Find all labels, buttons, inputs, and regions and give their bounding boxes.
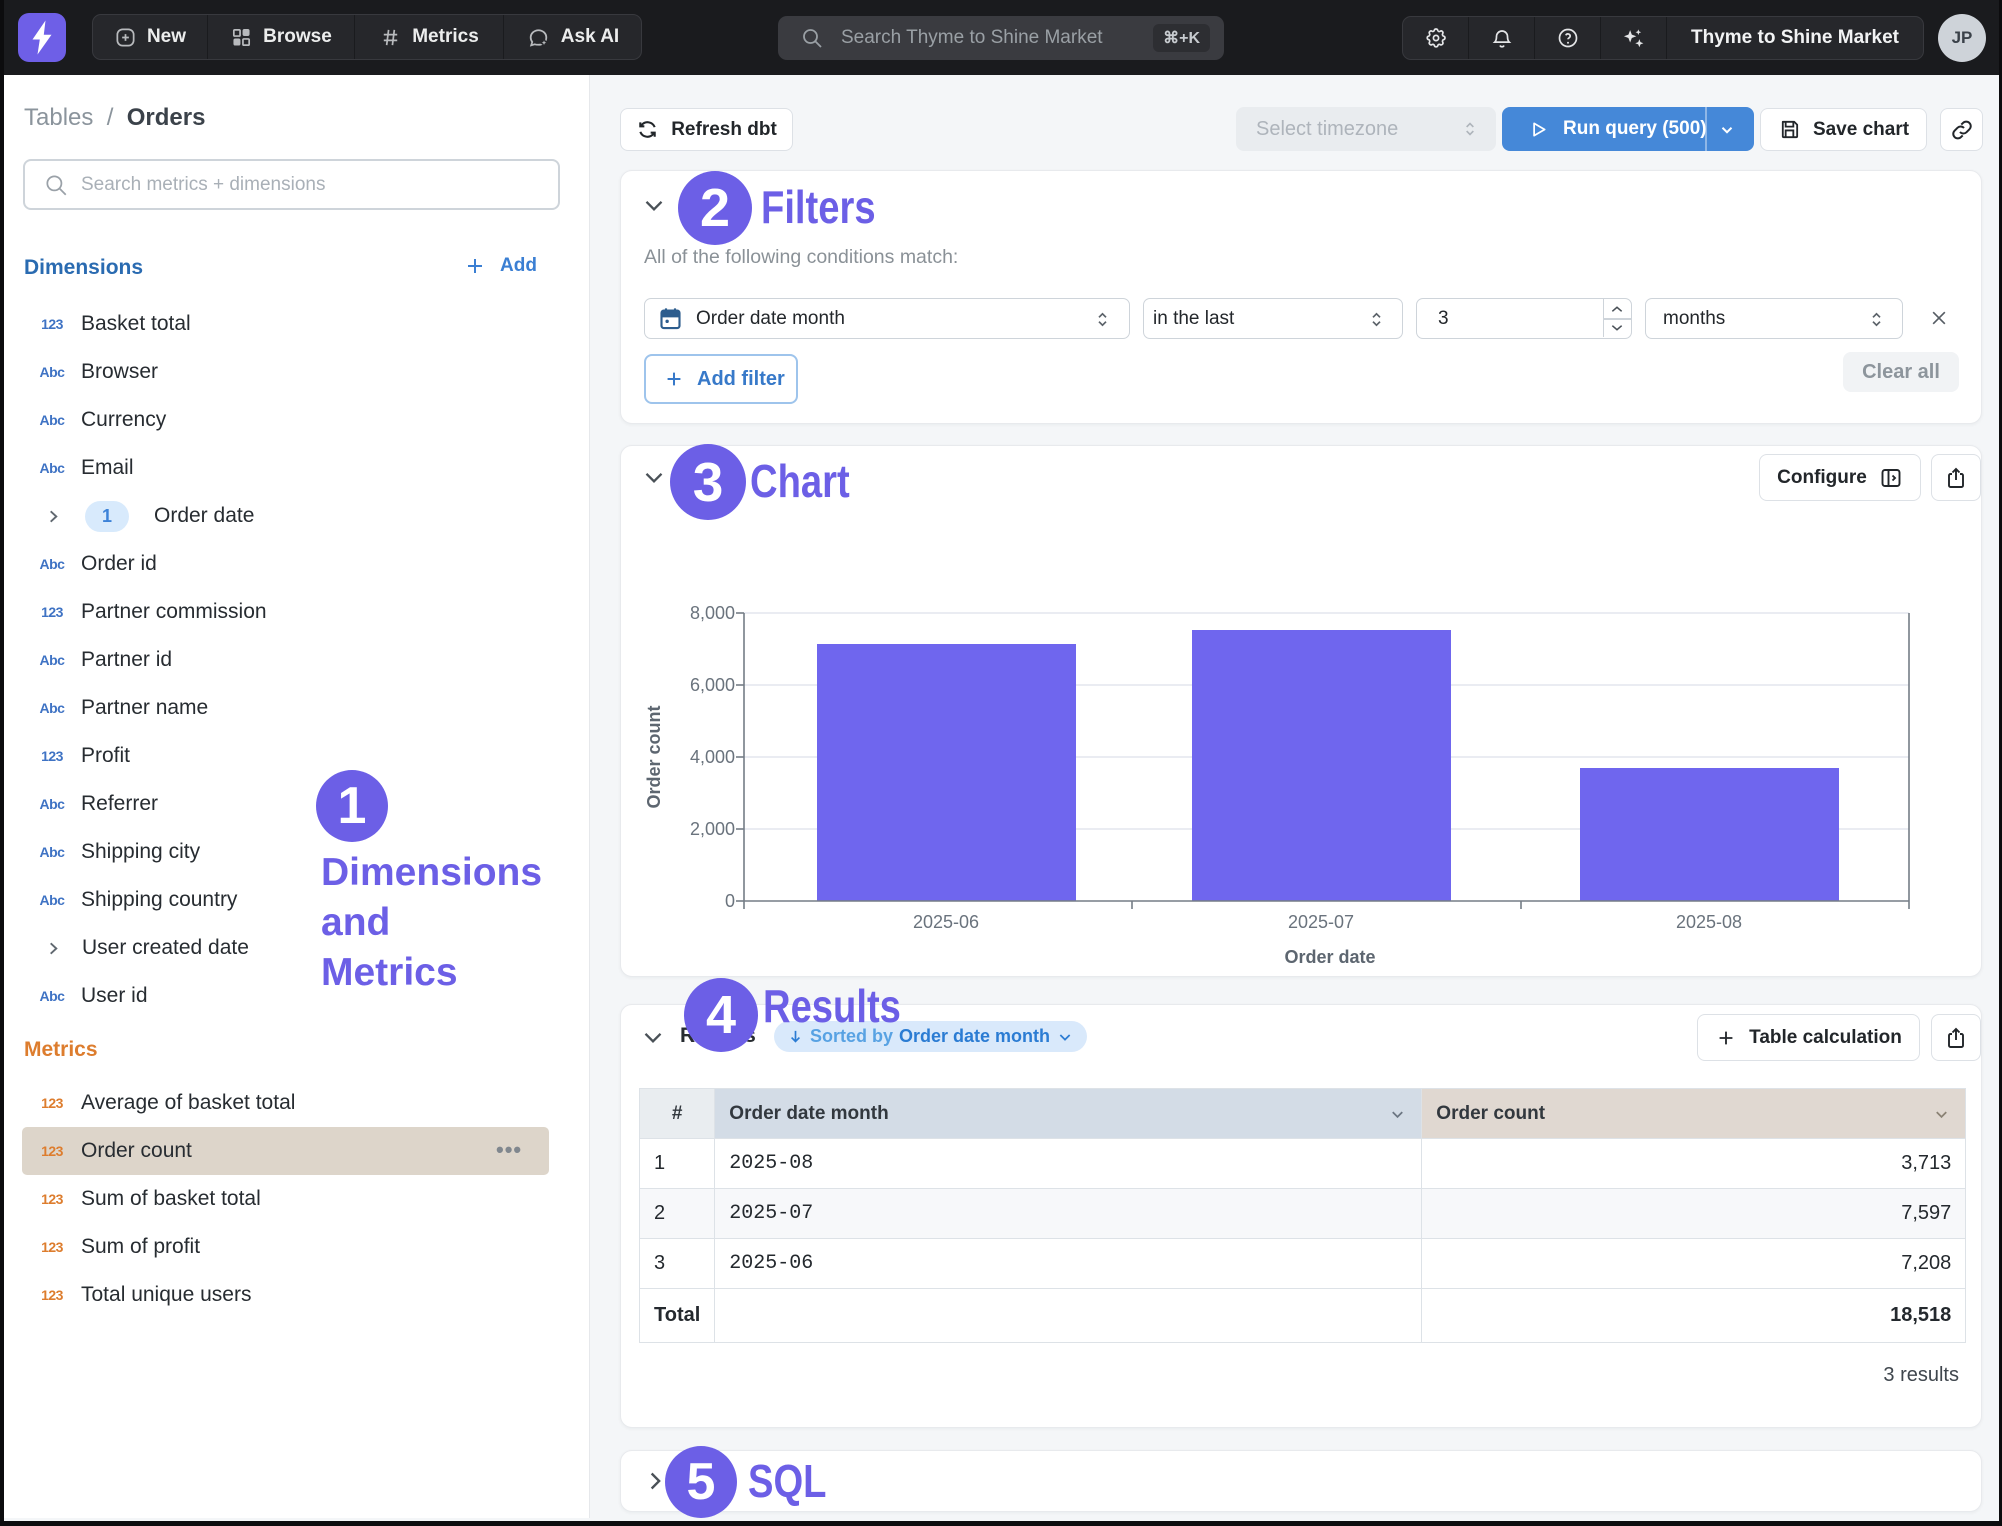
svg-text:2025-07: 2025-07 (1288, 912, 1354, 932)
svg-text:0: 0 (725, 891, 735, 911)
svg-text:2,000: 2,000 (690, 819, 735, 839)
svg-text:6,000: 6,000 (690, 675, 735, 695)
svg-text:Order date: Order date (1284, 947, 1375, 967)
svg-text:2025-06: 2025-06 (913, 912, 979, 932)
svg-text:8,000: 8,000 (690, 603, 735, 623)
svg-text:2025-08: 2025-08 (1676, 912, 1742, 932)
svg-text:Order count: Order count (644, 705, 664, 808)
svg-text:4,000: 4,000 (690, 747, 735, 767)
